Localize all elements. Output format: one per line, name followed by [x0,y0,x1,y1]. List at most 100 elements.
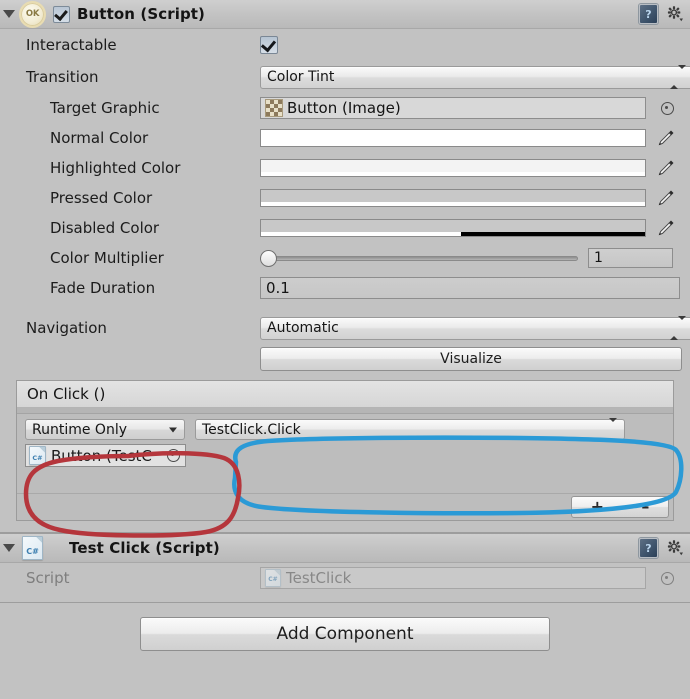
testclick-header-actions: ? [639,534,684,562]
on-click-entry: Runtime Only C# Button (TestC TestClick.… [17,414,673,493]
testclick-foldout-toggle[interactable] [0,534,18,562]
testclick-component-header[interactable]: C# Test Click (Script) ? [0,533,690,563]
on-click-entry-left: Runtime Only C# Button (TestC [25,419,186,467]
eyedropper-icon[interactable] [654,218,676,238]
visualize-button[interactable]: Visualize [260,347,682,371]
color-multiplier-label: Color Multiplier [50,249,164,267]
runtime-mode-dropdown[interactable]: Runtime Only [25,419,185,440]
cs-script-icon: C# [22,536,43,560]
on-click-object-value: Button (TestC [51,446,152,465]
interactable-checkbox[interactable] [260,36,278,54]
object-picker-icon [660,571,674,585]
on-click-object-picker-button[interactable] [164,447,182,465]
target-graphic-field: Button (Image) [260,97,690,119]
add-event-button[interactable]: + [591,499,604,515]
interactable-field [260,36,690,54]
target-graphic-label: Target Graphic [50,99,160,117]
disabled-color-field [260,218,690,238]
interactable-label: Interactable [26,36,117,54]
fade-duration-value: 0.1 [266,279,290,297]
row-navigation: Navigation Automatic [0,312,690,344]
color-multiplier-slider[interactable] [260,249,578,267]
on-click-entry-right: TestClick.Click [195,417,625,442]
updown-arrows-icon [601,417,617,442]
transition-label: Transition [26,68,99,86]
triangle-down-icon [3,544,15,552]
button-component-title: Button (Script) [77,5,206,23]
script-label: Script [26,569,70,587]
button-header-actions: ? [639,0,684,28]
alpha-bar [261,202,645,206]
navigation-label: Navigation [26,319,107,337]
alpha-bar [261,232,645,236]
eyedropper-icon[interactable] [654,188,676,208]
navigation-dropdown[interactable]: Automatic [260,316,690,340]
normal-color-field [260,128,690,148]
slider-handle[interactable] [260,250,277,267]
unity-inspector-panel: OK Button (Script) ? Interactable Transi… [0,0,690,699]
visualize-field: Visualize [260,347,690,371]
alpha-bar [261,142,645,146]
testclick-component-title: Test Click (Script) [69,539,220,557]
row-disabled-color: Disabled Color [0,213,690,243]
pressed-color-label: Pressed Color [50,189,153,207]
button-component-header[interactable]: OK Button (Script) ? [0,0,690,29]
row-fade-duration: Fade Duration 0.1 [0,273,690,303]
eyedropper-icon[interactable] [654,158,676,178]
normal-color-swatch[interactable] [260,129,646,147]
navigation-field: Automatic [260,316,690,340]
on-click-footer: + – [17,493,673,520]
highlighted-color-swatch[interactable] [260,159,646,177]
highlighted-color-field [260,158,690,178]
normal-color-label: Normal Color [50,129,149,147]
updown-arrows-icon [670,65,686,89]
help-book-icon[interactable]: ? [639,538,658,558]
on-click-object-field[interactable]: C# Button (TestC [25,444,186,467]
button-enabled-checkbox[interactable] [53,5,70,23]
transition-dropdown[interactable]: Color Tint [260,65,690,89]
target-graphic-value: Button (Image) [287,99,401,117]
gear-icon[interactable] [666,539,684,557]
row-interactable: Interactable [0,29,690,61]
fade-duration-label: Fade Duration [50,279,156,297]
disabled-color-label: Disabled Color [50,219,160,237]
slider-track [260,256,578,261]
gear-icon[interactable] [666,5,684,23]
script-field: C# TestClick [260,567,690,589]
script-object-field: C# TestClick [260,567,646,589]
add-component-area: Add Component [0,603,690,651]
updown-arrows-icon [670,316,686,340]
row-normal-color: Normal Color [0,123,690,153]
cs-script-icon: C# [29,446,46,465]
pressed-color-swatch[interactable] [260,189,646,207]
pressed-color-field [260,188,690,208]
row-target-graphic: Target Graphic Button (Image) [0,93,690,123]
fade-duration-input[interactable]: 0.1 [260,277,680,299]
eyedropper-icon[interactable] [654,128,676,148]
target-graphic-object-field[interactable]: Button (Image) [260,97,646,119]
on-click-function-dropdown[interactable]: TestClick.Click [195,417,625,442]
spacer [0,303,690,312]
cs-script-icon: C# [265,569,281,587]
on-click-function-value: TestClick.Click [202,421,301,438]
script-picker-button [658,569,676,587]
add-component-button[interactable]: Add Component [140,617,550,651]
row-pressed-color: Pressed Color [0,183,690,213]
ok-badge-icon: OK [19,0,46,28]
chevron-down-icon [169,427,177,432]
row-transition: Transition Color Tint [0,61,690,93]
row-script: Script C# TestClick [0,563,690,593]
row-color-multiplier: Color Multiplier 1 [0,243,690,273]
color-multiplier-number-input[interactable]: 1 [588,248,673,268]
fade-duration-field: 0.1 [260,277,690,299]
help-book-icon[interactable]: ? [639,4,658,24]
highlighted-color-label: Highlighted Color [50,159,181,177]
target-graphic-picker-button[interactable] [658,99,676,117]
object-picker-icon [660,101,674,115]
button-foldout-toggle[interactable] [0,0,18,28]
on-click-event-list: On Click () Runtime Only C# Button (Test… [16,380,674,521]
remove-event-button[interactable]: – [641,499,649,515]
disabled-color-swatch[interactable] [260,219,646,237]
